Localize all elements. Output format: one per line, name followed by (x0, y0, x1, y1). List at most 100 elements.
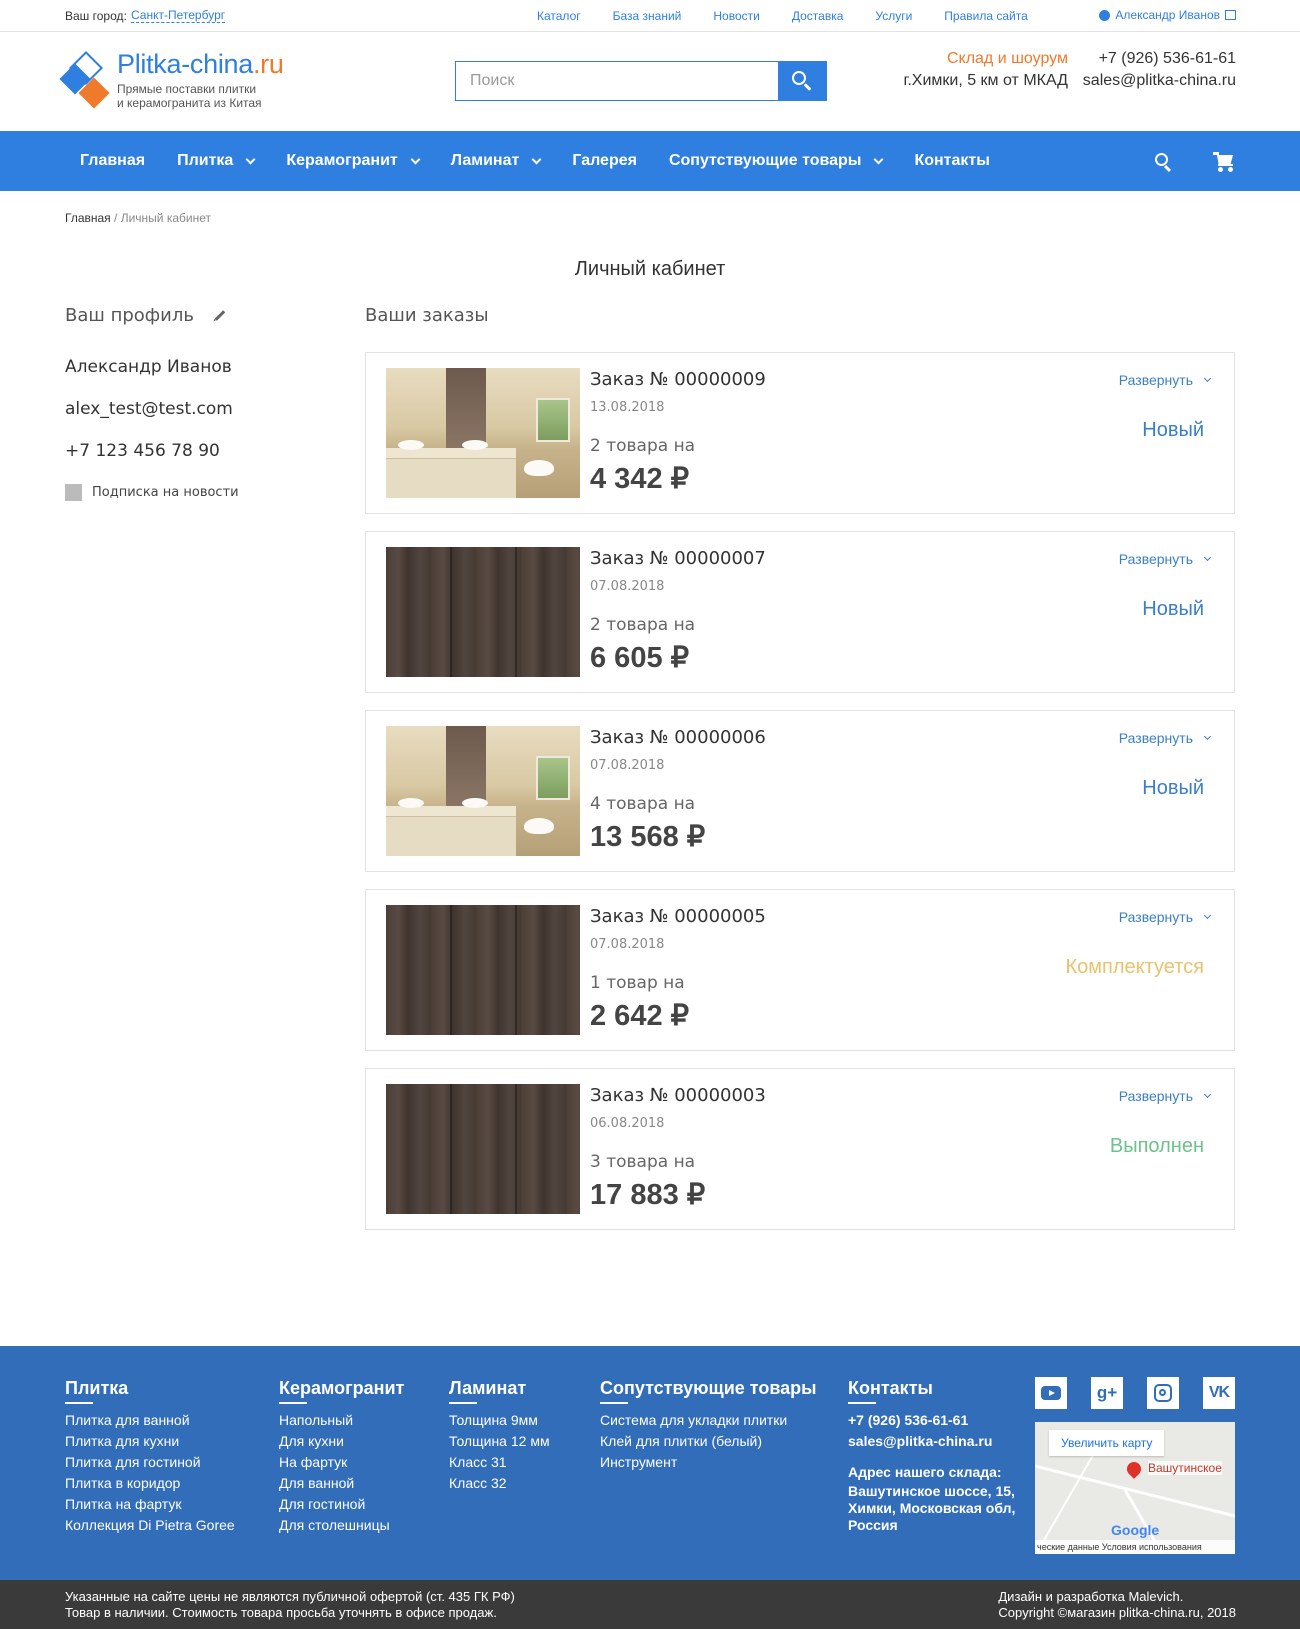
footer-link[interactable]: Система для укладки плитки (600, 1410, 817, 1431)
city-label: Ваш город: (65, 9, 127, 23)
footer-column-title[interactable]: Керамогранит (279, 1378, 404, 1404)
showroom-info: Склад и шоурум г.Химки, 5 км от МКАД (903, 48, 1068, 92)
order-thumbnail[interactable] (386, 547, 580, 677)
order-sum: 6 605 ₽ (590, 642, 690, 674)
footer-link[interactable]: Инструмент (600, 1452, 817, 1473)
footer-link[interactable]: Клей для плитки (белый) (600, 1431, 817, 1452)
subscribe-toggle[interactable]: Подписка на новости (65, 484, 239, 501)
map-enlarge-button[interactable]: Увеличить карту (1049, 1430, 1165, 1456)
order-qty: 2 товара на (590, 615, 696, 635)
youtube-icon[interactable] (1035, 1377, 1067, 1409)
order-expand-button[interactable]: Развернуть (1119, 551, 1212, 567)
logout-icon[interactable] (1225, 10, 1236, 20)
footer-column: Ламинат Толщина 9мм Толщина 12 мм Класс 31 К… (449, 1378, 550, 1494)
nav-search-icon[interactable] (1155, 153, 1172, 173)
footer-link[interactable]: Толщина 12 мм (449, 1431, 550, 1452)
footer-contacts-title[interactable]: Контакты (848, 1378, 1018, 1404)
order-sum: 13 568 ₽ (590, 821, 706, 853)
map-terms[interactable]: ческие данные Условия использования (1035, 1540, 1235, 1554)
user-name: Александр Иванов (1115, 8, 1220, 22)
footer-link[interactable]: Плитка для гостиной (65, 1452, 235, 1473)
top-link-rules[interactable]: Правила сайта (944, 9, 1027, 23)
search-input[interactable] (456, 62, 778, 100)
nav-item-0[interactable]: Главная (80, 152, 145, 170)
footer-link[interactable]: Для кухни (279, 1431, 404, 1452)
footer-link[interactable]: Для столешницы (279, 1515, 404, 1536)
user-account-link[interactable]: Александр Иванов (1099, 8, 1236, 22)
nav-item-6[interactable]: Контакты (914, 152, 989, 170)
chevron-down-icon[interactable] (410, 154, 421, 164)
order-expand-button[interactable]: Развернуть (1119, 1088, 1212, 1104)
footer-link[interactable]: Класс 32 (449, 1473, 550, 1494)
footer-link[interactable]: Для ванной (279, 1473, 404, 1494)
top-link-catalog[interactable]: Каталог (537, 9, 581, 23)
order-qty: 4 товара на (590, 794, 696, 814)
footer-link[interactable]: На фартук (279, 1452, 404, 1473)
nav-item-label: Плитка (177, 152, 234, 169)
edit-pencil-icon[interactable] (214, 310, 226, 321)
vk-icon[interactable]: VK (1203, 1377, 1235, 1409)
showroom-address: г.Химки, 5 км от МКАД (903, 72, 1068, 89)
header-phone[interactable]: +7 (926) 536-61-61 (1083, 48, 1236, 70)
footer-link[interactable]: Толщина 9мм (449, 1410, 550, 1431)
footer-address-label: Адрес нашего склада: (848, 1464, 1002, 1480)
location-map[interactable]: Увеличить карту Вашутинское Google чески… (1035, 1422, 1235, 1554)
order-thumbnail[interactable] (386, 905, 580, 1035)
nav-item-2[interactable]: Керамогранит (286, 152, 421, 170)
user-icon (1099, 9, 1111, 21)
order-thumbnail[interactable] (386, 368, 580, 498)
chevron-down-icon (1203, 374, 1212, 383)
footer-link[interactable]: Плитка для ванной (65, 1410, 235, 1431)
orders-heading: Ваши заказы (365, 305, 489, 326)
cart-icon[interactable] (1213, 152, 1235, 172)
footer-link[interactable]: Коллекция Di Pietra Goree (65, 1515, 235, 1536)
header-email[interactable]: sales@plitka-china.ru (1083, 70, 1236, 92)
footer-link[interactable]: Класс 31 (449, 1452, 550, 1473)
order-expand-button[interactable]: Развернуть (1119, 909, 1212, 925)
footer-email[interactable]: sales@plitka-china.ru (848, 1431, 1018, 1452)
footer-link[interactable]: Для гостиной (279, 1494, 404, 1515)
top-link-news[interactable]: Новости (713, 9, 759, 23)
footer-contacts: Контакты +7 (926) 536-61-61 sales@plitka… (848, 1378, 1018, 1534)
profile-email: alex_test@test.com (65, 399, 233, 419)
order-number: Заказ № 00000005 (590, 906, 766, 927)
order-expand-button[interactable]: Развернуть (1119, 730, 1212, 746)
search-button[interactable] (778, 62, 826, 100)
nav-item-1[interactable]: Плитка (177, 152, 256, 170)
order-thumbnail[interactable] (386, 726, 580, 856)
footer-link[interactable]: Плитка на фартук (65, 1494, 235, 1515)
footer-column: Сопутствующие товары Система для укладки … (600, 1378, 817, 1473)
top-link-services[interactable]: Услуги (875, 9, 912, 23)
brand-name[interactable]: Plitka-china.ru (117, 49, 284, 80)
profile-phone: +7 123 456 78 90 (65, 441, 220, 461)
instagram-icon[interactable] (1147, 1377, 1179, 1409)
disclaimer: Указанные на сайте цены не являются публ… (65, 1589, 515, 1620)
footer-link[interactable]: Напольный (279, 1410, 404, 1431)
footer-column-title[interactable]: Сопутствующие товары (600, 1378, 817, 1404)
nav-item-4[interactable]: Галерея (572, 152, 637, 170)
nav-item-5[interactable]: Сопутствующие товары (669, 152, 884, 170)
subscribe-checkbox[interactable] (65, 484, 82, 501)
top-link-knowledge[interactable]: База знаний (613, 9, 682, 23)
chevron-down-icon[interactable] (531, 154, 542, 164)
nav-item-label: Главная (80, 152, 146, 169)
google-plus-icon[interactable]: g+ (1091, 1377, 1123, 1409)
search-icon (792, 71, 806, 85)
order-thumbnail[interactable] (386, 1084, 580, 1214)
showroom-title[interactable]: Склад и шоурум (903, 48, 1068, 70)
top-link-delivery[interactable]: Доставка (792, 9, 844, 23)
footer-link[interactable]: Плитка для кухни (65, 1431, 235, 1452)
footer-phone[interactable]: +7 (926) 536-61-61 (848, 1410, 1018, 1431)
chevron-down-icon (1203, 553, 1212, 562)
chevron-down-icon[interactable] (873, 154, 884, 164)
footer-column-title[interactable]: Плитка (65, 1378, 235, 1404)
city-selector[interactable]: Санкт-Петербург (131, 9, 226, 23)
order-sum: 4 342 ₽ (590, 463, 690, 495)
footer-link[interactable]: Плитка в коридор (65, 1473, 235, 1494)
chevron-down-icon[interactable] (245, 154, 256, 164)
breadcrumb-home[interactable]: Главная (65, 211, 111, 225)
footer-column-title[interactable]: Ламинат (449, 1378, 550, 1404)
logo-icon[interactable] (59, 51, 110, 109)
order-expand-button[interactable]: Развернуть (1119, 372, 1212, 388)
nav-item-3[interactable]: Ламинат (451, 152, 542, 170)
